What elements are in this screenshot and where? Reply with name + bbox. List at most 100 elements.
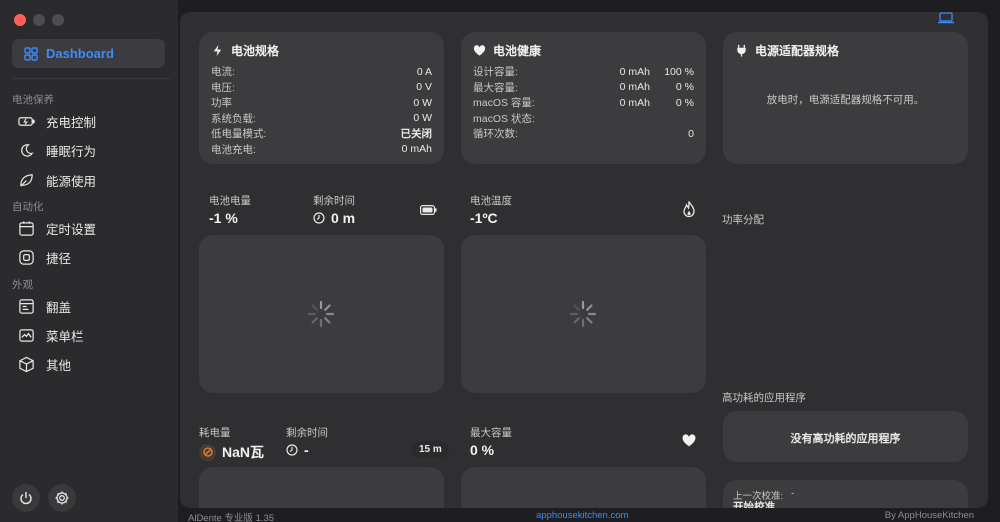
gear-icon [55,491,69,505]
row-key: 电池充电: [211,143,256,156]
row-key: 设计容量: [473,66,518,79]
row-value: 0 mAh [619,81,650,94]
high-power-apps-card: 没有高功耗的应用程序 [723,411,968,462]
row-key: 功率 [211,97,232,110]
table-row: 系统负载: 0 W [211,111,432,127]
menubar-icon [19,328,34,342]
battery-health-rows: 设计容量: 0 mAh 100 % 最大容量: 0 mAh 0 % macOS 容量: 0… [473,64,694,142]
zoom-window-button[interactable] [52,14,64,26]
remaining-time: 0 m [313,210,355,226]
shortcuts-icon [19,249,34,265]
sidebar-item-label: 定时设置 [46,222,97,237]
divider [12,78,170,79]
laptop-lid-icon [19,298,34,314]
no-symbol-icon [202,447,213,457]
battery-temp-value: -1ºC [470,210,498,226]
row-key: 循环次数: [473,128,518,141]
battery-level-label: 电池电量 [209,195,251,207]
sidebar-item-charge-control[interactable]: 充电控制 [18,110,96,132]
interval-selector[interactable]: 15 m [412,441,449,458]
loading-spinner-icon [569,300,597,328]
row-key: macOS 容量: [473,97,535,110]
sidebar-item-lid[interactable]: 翻盖 [18,295,71,317]
heart-icon [682,434,696,447]
consumption-value: NaN瓦 [199,442,264,462]
sidebar-item-label: 捷径 [46,251,72,266]
plug-icon [737,44,746,57]
power-icon [20,492,32,505]
row-percent: 0 % [675,81,694,94]
battery-health-title: 电池健康 [493,44,542,58]
battery-spec-rows: 电流: 0 A 电压: 0 V 功率 0 W 系统负载: 0 W 低电量模式: 已关闭 电… [211,64,432,157]
battery-icon [420,205,437,215]
dashboard-panel: 电池规格 电流: 0 A 电压: 0 V 功率 0 W 系统负载: 0 W 低电量模式:… [180,12,988,508]
sidebar-item-energy-usage[interactable]: 能源使用 [18,169,96,191]
row-key: 低电量模式: [211,128,267,141]
sidebar-item-other[interactable]: 其他 [18,353,71,375]
flame-icon [683,201,695,218]
row-key: 电流: [211,66,235,79]
settings-button[interactable] [48,484,76,512]
row-key: 系统负载: [211,112,256,125]
power-adapter-title: 电源适配器规格 [755,44,840,58]
remaining-time-value: 0 m [331,210,356,226]
power-adapter-card: 电源适配器规格 放电时，电源适配器规格不可用。 [723,32,968,164]
status-bar: AlDente 专业版 1.35 apphousekitchen.com By … [180,510,988,522]
remaining-time-label: 剩余时间 [313,195,355,207]
table-row: macOS 状态: [473,111,694,127]
card-title: 电池健康 [473,42,541,59]
table-row: 循环次数: 0 [473,126,694,142]
clock-icon [313,212,325,224]
row-key: 最大容量: [473,81,518,94]
section-title-battery-care: 电池保养 [12,94,54,106]
row-key: macOS 状态: [473,112,535,125]
row-value: 0 mAh [401,143,432,156]
battery-level-chart-card [199,235,444,393]
high-power-apps-label: 高功耗的应用程序 [722,392,806,404]
credit-text: By AppHouseKitchen [884,510,974,521]
grid-icon [24,46,38,61]
bolt-icon [213,44,222,57]
power-adapter-message: 放电时，电源适配器规格不可用。 [766,94,925,106]
row-key: 电压: [211,81,235,94]
table-row: 电压: 0 V [211,80,432,96]
consumption-remaining-value: - [304,442,309,458]
close-window-button[interactable] [14,14,26,26]
table-row: macOS 容量: 0 mAh 0 % [473,95,694,111]
power-button[interactable] [12,484,40,512]
minimize-window-button[interactable] [33,14,45,26]
leaf-icon [20,173,33,187]
card-title: 电源适配器规格 [735,42,839,59]
battery-level-value: -1 % [209,210,238,226]
sidebar-item-sleep-behavior[interactable]: 睡眠行为 [18,139,96,161]
sidebar-item-menubar[interactable]: 菜单栏 [18,324,84,346]
website-link[interactable]: apphousekitchen.com [536,510,628,521]
sidebar-item-label: 其他 [46,358,72,373]
version-text: AlDente 专业版 1.35 [188,513,275,522]
sidebar-item-dashboard[interactable]: Dashboard [12,39,165,68]
table-row: 电流: 0 A [211,64,432,80]
table-row: 低电量模式: 已关闭 [211,126,432,142]
sidebar-item-shortcuts[interactable]: 捷径 [18,246,71,268]
sidebar-item-label: 睡眠行为 [46,144,97,159]
section-title-appearance: 外观 [12,279,33,291]
row-value: 0 V [416,81,432,94]
calibration-card: 上一次校准: - 开始校准 [723,480,968,508]
consumption-watts: NaN瓦 [222,444,265,460]
sidebar-item-schedule[interactable]: 定时设置 [18,217,96,239]
high-power-apps-message: 没有高功耗的应用程序 [790,433,901,445]
row-percent: 100 % [664,65,694,78]
row-value: 0 mAh [619,65,650,78]
battery-temp-chart-card [461,235,706,393]
heart-icon [473,45,486,56]
battery-temp-label: 电池温度 [470,195,512,207]
start-calibration-button[interactable]: 开始校准 [733,500,775,508]
row-value: 已关闭 [400,128,433,141]
window-controls [14,14,64,26]
sidebar-item-label: 能源使用 [46,174,97,189]
battery-charging-icon [18,116,35,126]
sidebar-item-label: 菜单栏 [46,329,84,344]
sidebar-item-label: 翻盖 [46,300,72,315]
row-value: 0 W [413,112,432,125]
loading-spinner-icon [307,300,335,328]
